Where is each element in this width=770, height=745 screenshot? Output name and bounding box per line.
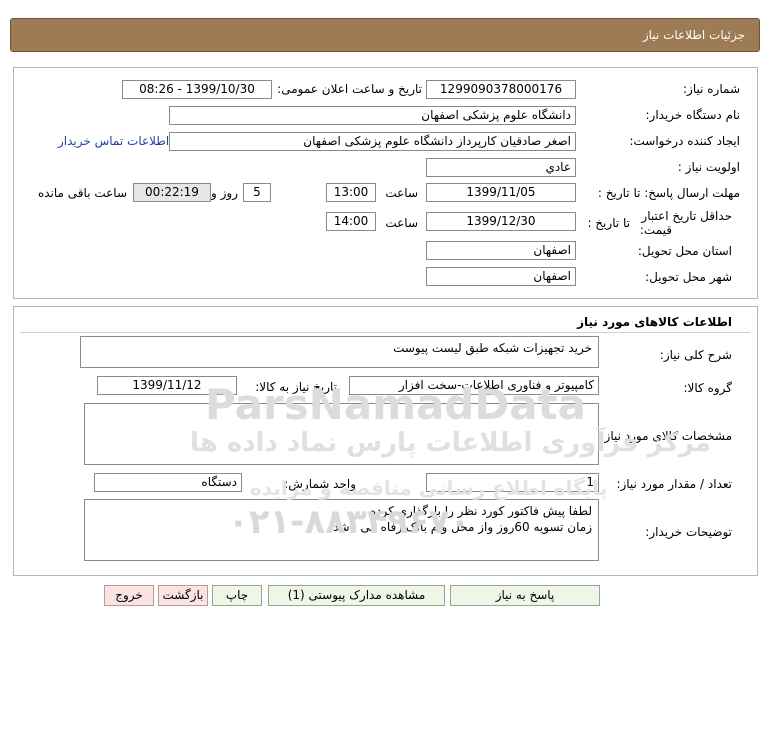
days-label: روز و (211, 186, 238, 200)
quantity-label: تعداد / مقدار مورد نیاز: (616, 477, 732, 491)
need-date-label: تاریخ نیاز به کالا: (255, 380, 337, 394)
priority-label: اولویت نیاز : (677, 160, 740, 174)
province-field: اصفهان (426, 241, 576, 260)
quantity-field: 1 (426, 473, 599, 492)
need-number-field: 1299090378000176 (426, 80, 576, 99)
city-label: شهر محل تحویل: (645, 270, 732, 284)
print-button[interactable]: چاپ (212, 585, 262, 606)
remaining-time-field: 00:22:19 (133, 183, 211, 202)
creator-field: اصغر صادقیان کارپرداز دانشگاه علوم پزشکی… (169, 132, 576, 151)
view-attachments-button[interactable]: مشاهده مدارک پیوستی (1) (268, 585, 445, 606)
buyer-contact-link[interactable]: اطلاعات تماس خریدار (58, 134, 169, 148)
buyer-notes-field: لطفا پیش فاکتور کورد نظر را بارگذاری کرد… (84, 499, 599, 561)
priority-field: عادي (426, 158, 576, 177)
buyer-notes-label: توضیحات خریدار: (645, 525, 732, 539)
goods-section-divider (20, 332, 750, 333)
page-title: جزئیات اطلاعات نیاز (642, 28, 745, 42)
province-label: استان محل تحویل: (637, 244, 732, 258)
reply-date-field: 1399/11/05 (426, 183, 576, 202)
validity-date-field: 1399/12/30 (426, 212, 576, 231)
need-date-field: 1399/11/12 (97, 376, 237, 395)
exit-button[interactable]: خروج (104, 585, 154, 606)
page-header: جزئیات اطلاعات نیاز (10, 18, 760, 52)
city-field: اصفهان (426, 267, 576, 286)
buyer-org-field: دانشگاه علوم پزشکی اصفهان (169, 106, 576, 125)
unit-field: دستگاه (94, 473, 242, 492)
description-field: خرید تجهیزات شبکه طبق لیست پیوست (80, 336, 599, 368)
goods-group-field: کامپیوتر و فناوری اطلاعات-سخت افزار (349, 376, 599, 395)
announce-datetime-field: 1399/10/30 - 08:26 (122, 80, 272, 99)
validity-time-label: ساعت (385, 216, 418, 230)
specs-label: مشخصات کالای مورد نیاز: (600, 429, 732, 443)
remaining-time-label: ساعت باقی مانده (37, 186, 127, 200)
buyer-org-label: نام دستگاه خریدار: (645, 108, 741, 122)
price-validity-label: حداقل تاریخ اعتبار (641, 209, 732, 223)
description-label: شرح کلی نیاز: (659, 348, 732, 362)
validity-time-field: 14:00 (326, 212, 376, 231)
back-button[interactable]: بازگشت (158, 585, 208, 606)
need-number-label: شماره نیاز: (683, 82, 740, 96)
goods-section-title: اطلاعات کالاهای مورد نیاز (577, 315, 732, 329)
reply-deadline-label: مهلت ارسال پاسخ: تا تاریخ : (597, 186, 740, 200)
price-validity-label-2: قیمت: (639, 223, 672, 237)
unit-label: واحد شمارش: (284, 477, 356, 491)
creator-label: ایجاد کننده درخواست: (629, 134, 740, 148)
specs-field (84, 403, 599, 465)
to-date-label: تا تاریخ : (587, 216, 630, 230)
reply-time-label: ساعت (385, 186, 418, 200)
reply-to-need-button[interactable]: پاسخ به نیاز (450, 585, 600, 606)
announce-datetime-label: تاریخ و ساعت اعلان عمومی: (277, 82, 422, 96)
need-info-panel (13, 67, 758, 299)
goods-group-label: گروه کالا: (683, 381, 733, 395)
reply-time-field: 13:00 (326, 183, 376, 202)
remaining-days-field: 5 (243, 183, 271, 202)
